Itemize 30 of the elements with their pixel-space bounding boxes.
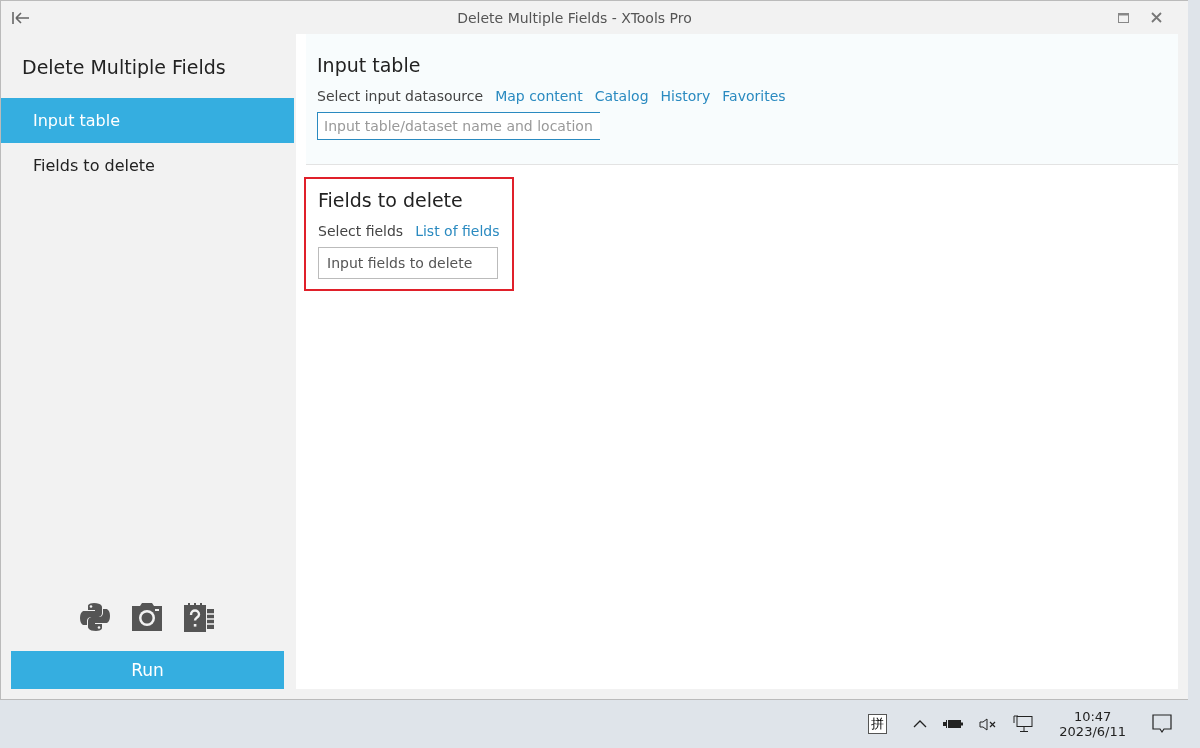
sidebar-title: Delete Multiple Fields — [21, 55, 227, 80]
sidebar-item[interactable]: Input table — [1, 98, 294, 143]
ime-indicator[interactable]: 拼 — [868, 714, 888, 734]
sidebar-item[interactable]: Fields to delete — [1, 143, 294, 188]
select-fields-label: Select fields — [318, 223, 404, 239]
help-notebook-icon[interactable] — [183, 601, 215, 633]
caret-up-icon[interactable] — [913, 720, 928, 728]
battery-icon[interactable] — [943, 718, 964, 730]
muted-speaker-icon[interactable] — [979, 717, 998, 731]
python-icon[interactable] — [79, 601, 111, 633]
camera-icon[interactable] — [131, 602, 163, 632]
window-title: Delete Multiple Fields - XTools Pro — [456, 9, 693, 26]
datasource-label: Select input datasource — [317, 88, 484, 104]
close-icon[interactable] — [1151, 12, 1162, 23]
section-title: Fields to delete — [318, 189, 464, 211]
datasource-link[interactable]: Catalog — [594, 88, 649, 104]
collapse-arrow-icon[interactable] — [11, 10, 31, 25]
clock-time[interactable]: 10:47 — [1073, 709, 1112, 724]
maximize-icon[interactable] — [1118, 12, 1129, 23]
notification-icon[interactable] — [1152, 714, 1172, 734]
datasource-link[interactable]: Favorites — [722, 88, 786, 104]
fields-input[interactable]: Input fields to delete — [318, 247, 498, 279]
datasource-link[interactable]: History — [660, 88, 711, 104]
run-button[interactable]: Run — [11, 651, 284, 689]
input-table-field[interactable]: Input table/dataset name and location — [317, 112, 600, 140]
monitor-icon[interactable] — [1013, 715, 1034, 733]
datasource-link[interactable]: Map content — [495, 88, 583, 104]
clock-date[interactable]: 2023/6/11 — [1059, 724, 1126, 739]
list-of-fields-link[interactable]: List of fields — [415, 223, 500, 239]
section-title: Input table — [317, 54, 422, 76]
